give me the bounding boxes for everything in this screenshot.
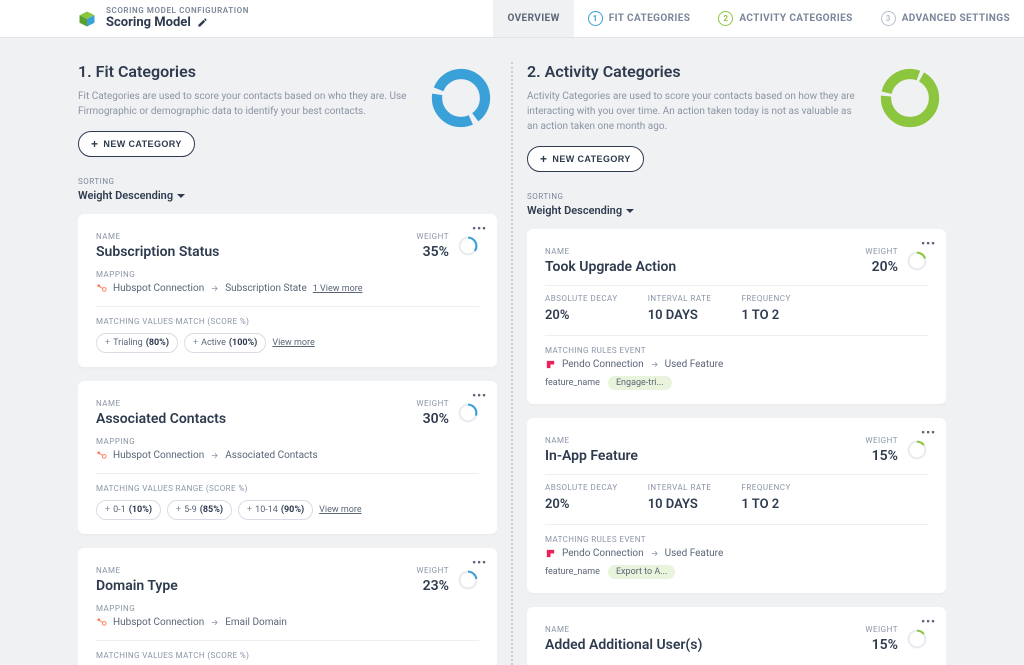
mapping-row: Hubspot Connection Email Domain <box>96 617 479 628</box>
chevron-down-icon <box>177 194 185 198</box>
card-name: Added Additional User(s) <box>545 637 702 653</box>
step-activity-categories[interactable]: 2 ACTIVITY CATEGORIES <box>704 0 866 37</box>
hubspot-icon <box>96 617 107 628</box>
card-name: Subscription Status <box>96 244 219 260</box>
card-menu-button[interactable]: ••• <box>921 426 936 439</box>
arrow-right-icon <box>210 284 219 293</box>
pendo-icon <box>545 548 556 559</box>
card-name: Domain Type <box>96 578 178 594</box>
step-fit-categories[interactable]: 1 FIT CATEGORIES <box>574 0 705 37</box>
topbar-left: SCORING MODEL CONFIGURATION Scoring Mode… <box>0 7 249 30</box>
mapping-row: Hubspot Connection Subscription State 1 … <box>96 283 479 294</box>
activity-title: 2. Activity Categories <box>527 62 858 81</box>
pencil-icon[interactable] <box>197 17 208 28</box>
activity-cards: ••• NAME Took Upgrade Action WEIGHT 20% <box>527 229 946 665</box>
card-weight: 30% <box>416 411 449 427</box>
weight-donut-icon <box>457 235 479 257</box>
rules-row: Pendo Connection Used Feature <box>545 359 928 370</box>
step-number-icon: 2 <box>718 11 733 26</box>
activity-new-category-button[interactable]: + NEW CATEGORY <box>527 146 644 172</box>
card-weight: 23% <box>416 578 449 594</box>
weight-donut-icon <box>457 569 479 591</box>
feature-tag: Export to A... <box>608 565 675 579</box>
activity-card: ••• NAME In-App Feature WEIGHT 15% <box>527 418 946 593</box>
activity-desc: Activity Categories are used to score yo… <box>527 89 858 134</box>
card-weight: 20% <box>865 259 898 275</box>
view-more-link[interactable]: 1 View more <box>313 284 363 294</box>
arrow-right-icon <box>650 549 659 558</box>
activity-card: ••• NAME Took Upgrade Action WEIGHT 20% <box>527 229 946 404</box>
step-number-icon: 3 <box>881 11 896 26</box>
card-menu-button[interactable]: ••• <box>921 237 936 250</box>
hubspot-icon <box>96 450 107 461</box>
activity-card: ••• NAME Added Additional User(s) WEIGHT… <box>527 607 946 665</box>
match-chip[interactable]: + Active (100%) <box>184 333 266 353</box>
card-weight: 15% <box>865 637 898 653</box>
hubspot-icon <box>96 283 107 294</box>
fit-card: ••• NAME Associated Contacts WEIGHT 30% <box>78 381 497 534</box>
plus-icon: + <box>540 153 547 165</box>
column-divider <box>511 62 513 665</box>
card-weight: 15% <box>865 448 898 464</box>
match-chip[interactable]: + 10-14 (90%) <box>238 500 313 520</box>
card-menu-button[interactable]: ••• <box>472 222 487 235</box>
card-name: In-App Feature <box>545 448 638 464</box>
topbar-titles: SCORING MODEL CONFIGURATION Scoring Mode… <box>106 7 249 30</box>
match-chip[interactable]: + 5-9 (85%) <box>167 500 232 520</box>
fit-title: 1. Fit Categories <box>78 62 409 81</box>
card-menu-button[interactable]: ••• <box>921 615 936 628</box>
weight-donut-icon <box>906 628 928 650</box>
step-number-icon: 1 <box>588 11 603 26</box>
step-advanced-settings[interactable]: 3 ADVANCED SETTINGS <box>867 0 1024 37</box>
weight-donut-icon <box>906 250 928 272</box>
card-weight: 35% <box>416 244 449 260</box>
activity-section-head: 2. Activity Categories Activity Categori… <box>527 62 946 172</box>
fit-donut-icon <box>425 62 497 134</box>
rules-row: Pendo Connection Used Feature <box>545 548 928 559</box>
match-chip[interactable]: + 0-1 (10%) <box>96 500 161 520</box>
card-menu-button[interactable]: ••• <box>472 389 487 402</box>
match-chip[interactable]: + Trialing (80%) <box>96 333 178 353</box>
activity-section-text: 2. Activity Categories Activity Categori… <box>527 62 874 172</box>
card-name: Took Upgrade Action <box>545 259 676 275</box>
pendo-icon <box>545 359 556 370</box>
fit-section-head: 1. Fit Categories Fit Categories are use… <box>78 62 497 157</box>
arrow-right-icon <box>210 618 219 627</box>
cube-icon <box>78 10 96 28</box>
fit-card: ••• NAME Subscription Status WEIGHT 35% <box>78 214 497 367</box>
feature-tag: Engage-tri... <box>608 376 672 390</box>
activity-donut-icon <box>874 62 946 134</box>
main-content: 1. Fit Categories Fit Categories are use… <box>0 38 1024 665</box>
fit-column: 1. Fit Categories Fit Categories are use… <box>78 62 497 665</box>
view-more-link[interactable]: View more <box>319 505 361 515</box>
fit-new-category-button[interactable]: + NEW CATEGORY <box>78 131 195 157</box>
arrow-right-icon <box>210 451 219 460</box>
fit-desc: Fit Categories are used to score your co… <box>78 89 409 119</box>
card-menu-button[interactable]: ••• <box>472 556 487 569</box>
fit-sorting-dropdown[interactable]: Weight Descending <box>78 189 497 202</box>
plus-icon: + <box>91 138 98 150</box>
sorting-label: SORTING <box>527 192 946 201</box>
card-name: Associated Contacts <box>96 411 226 427</box>
weight-donut-icon <box>906 439 928 461</box>
step-overview[interactable]: OVERVIEW <box>493 0 573 37</box>
chevron-down-icon <box>626 209 634 213</box>
sorting-label: SORTING <box>78 177 497 186</box>
fit-cards: ••• NAME Subscription Status WEIGHT 35% <box>78 214 497 665</box>
arrow-right-icon <box>650 360 659 369</box>
wizard-steps: OVERVIEW 1 FIT CATEGORIES 2 ACTIVITY CAT… <box>493 0 1024 37</box>
mapping-row: Hubspot Connection Associated Contacts <box>96 450 479 461</box>
view-more-link[interactable]: View more <box>272 338 314 348</box>
fit-section-text: 1. Fit Categories Fit Categories are use… <box>78 62 425 157</box>
top-bar: SCORING MODEL CONFIGURATION Scoring Mode… <box>0 0 1024 38</box>
activity-column: 2. Activity Categories Activity Categori… <box>527 62 946 665</box>
activity-sorting-dropdown[interactable]: Weight Descending <box>527 204 946 217</box>
page-title: Scoring Model <box>106 16 249 30</box>
weight-donut-icon <box>457 402 479 424</box>
fit-card: ••• NAME Domain Type WEIGHT 23% MAPPING <box>78 548 497 665</box>
